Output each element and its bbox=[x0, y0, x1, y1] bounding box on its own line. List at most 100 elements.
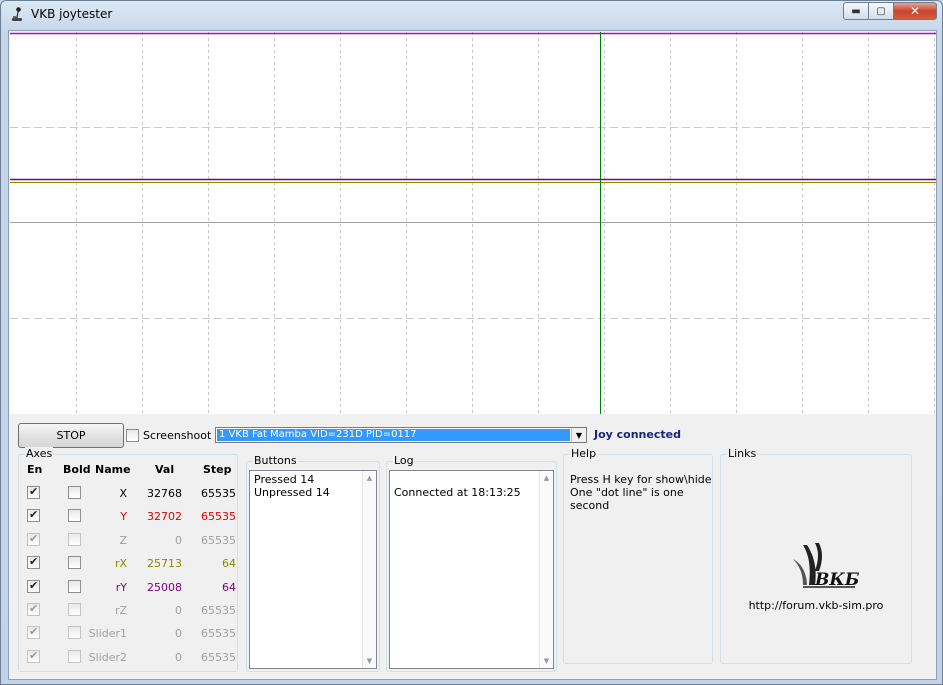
close-button[interactable]: ✕ bbox=[893, 2, 937, 20]
axis-name: rX bbox=[114, 557, 127, 571]
axis-value: 32768 bbox=[147, 487, 182, 500]
connection-status: Joy connected bbox=[594, 428, 681, 441]
log-list[interactable]: Connected at 18:13:25 ▲ ▼ bbox=[389, 470, 554, 669]
axis-value: 0 bbox=[175, 627, 182, 641]
axis-enable-checkbox[interactable] bbox=[27, 625, 40, 640]
header-val: Val bbox=[155, 463, 175, 476]
axis-step: 65535 bbox=[201, 533, 236, 547]
axis-row-ry: rY 25008 64 bbox=[19, 578, 239, 598]
axes-legend: Axes bbox=[25, 447, 54, 460]
help-legend: Help bbox=[570, 447, 598, 460]
header-step: Step bbox=[203, 463, 232, 476]
buttons-scrollbar[interactable]: ▲ ▼ bbox=[362, 471, 376, 668]
help-group: Help Press H key for show\hide One "dot … bbox=[563, 447, 713, 664]
axis-name: Slider1 bbox=[88, 627, 127, 641]
axis-enable-checkbox[interactable] bbox=[27, 532, 40, 546]
screenshot-checkbox[interactable] bbox=[126, 429, 139, 442]
axis-row-rz: rZ 0 65535 bbox=[19, 601, 239, 621]
axis-step: 65535 bbox=[201, 510, 236, 524]
log-legend: Log bbox=[393, 454, 415, 467]
joystick-icon bbox=[12, 7, 22, 21]
stop-button[interactable]: STOP bbox=[18, 423, 124, 448]
axis-row-y: Y 32702 65535 bbox=[19, 507, 239, 527]
axis-step: 65535 bbox=[201, 487, 236, 500]
chevron-down-icon[interactable]: ▼ bbox=[571, 428, 586, 442]
maximize-icon: ▢ bbox=[876, 5, 886, 17]
help-line: One "dot line" is one second bbox=[570, 486, 684, 512]
axis-value: 0 bbox=[175, 650, 182, 664]
axis-bold-checkbox[interactable] bbox=[68, 486, 81, 499]
axis-value: 0 bbox=[175, 533, 182, 547]
list-item bbox=[394, 473, 521, 486]
buttons-list[interactable]: Pressed 14 Unpressed 14 ▲ ▼ bbox=[249, 470, 377, 669]
axis-step: 64 bbox=[222, 580, 236, 594]
axis-value: 25008 bbox=[147, 580, 182, 594]
axis-name: Y bbox=[120, 510, 127, 524]
control-panel: STOP Screenshoot 1 VKB Fat Mamba VID=231… bbox=[9, 415, 938, 681]
axis-bold-checkbox[interactable] bbox=[68, 509, 81, 523]
axis-bold-checkbox[interactable] bbox=[68, 649, 81, 663]
axis-row-slider2: Slider2 0 65535 bbox=[19, 648, 239, 668]
scroll-up-icon[interactable]: ▲ bbox=[363, 471, 376, 485]
window-title: VKB joytester bbox=[31, 7, 113, 21]
axis-step: 65535 bbox=[201, 604, 236, 617]
axis-value: 0 bbox=[175, 604, 182, 617]
device-select[interactable]: 1 VKB Fat Mamba VID=231D PID=0117 ▼ bbox=[215, 427, 587, 443]
maximize-button[interactable]: ▢ bbox=[868, 2, 894, 20]
axis-row-slider1: Slider1 0 65535 bbox=[19, 624, 239, 644]
help-line: Press H key for show\hide bbox=[570, 473, 712, 486]
axes-group: Axes En Bold Name Val Step X 32768 65535 Y 3… bbox=[18, 447, 239, 672]
header-bold: Bold bbox=[63, 463, 91, 476]
axis-enable-checkbox[interactable] bbox=[27, 508, 40, 523]
links-group: Links ВКБ http://forum.vkb-sim.pro bbox=[720, 447, 912, 664]
axis-row-rx: rX 25713 64 bbox=[19, 554, 239, 574]
list-item: Pressed 14 bbox=[254, 473, 315, 486]
scroll-down-icon[interactable]: ▼ bbox=[540, 654, 553, 668]
scroll-up-icon[interactable]: ▲ bbox=[540, 471, 553, 485]
buttons-legend: Buttons bbox=[253, 454, 298, 467]
forum-link[interactable]: http://forum.vkb-sim.pro bbox=[721, 599, 911, 612]
axis-enable-checkbox[interactable] bbox=[27, 555, 40, 570]
axis-name: rY bbox=[115, 580, 127, 594]
axis-bold-checkbox[interactable] bbox=[68, 556, 81, 570]
client-area: STOP Screenshoot 1 VKB Fat Mamba VID=231… bbox=[8, 30, 937, 680]
screenshot-option[interactable]: Screenshoot bbox=[126, 429, 211, 442]
list-item: Connected at 18:13:25 bbox=[394, 486, 521, 499]
axis-enable-checkbox[interactable] bbox=[27, 602, 40, 616]
axis-enable-checkbox[interactable] bbox=[27, 649, 40, 663]
header-name: Name bbox=[95, 463, 131, 476]
axis-bold-checkbox[interactable] bbox=[68, 532, 81, 546]
log-group: Log Connected at 18:13:25 ▲ ▼ bbox=[386, 454, 557, 672]
axis-step: 65535 bbox=[201, 650, 236, 664]
axis-value: 32702 bbox=[147, 510, 182, 524]
app-window: VKB joytester ▬ ▢ ✕ STOP Screenshoot 1 V… bbox=[0, 0, 943, 685]
axis-graph bbox=[10, 32, 936, 414]
scroll-down-icon[interactable]: ▼ bbox=[363, 654, 376, 668]
axis-name: Z bbox=[119, 533, 127, 547]
axis-row-z: Z 0 65535 bbox=[19, 531, 239, 551]
buttons-group: Buttons Pressed 14 Unpressed 14 ▲ ▼ bbox=[246, 454, 380, 672]
close-icon: ✕ bbox=[909, 4, 921, 18]
axis-bold-checkbox[interactable] bbox=[68, 579, 81, 593]
axis-step: 64 bbox=[222, 557, 236, 571]
axis-step: 65535 bbox=[201, 627, 236, 641]
title-bar[interactable]: VKB joytester ▬ ▢ ✕ bbox=[1, 1, 942, 27]
links-legend: Links bbox=[727, 447, 758, 460]
caption-buttons: ▬ ▢ ✕ bbox=[843, 2, 937, 20]
axis-row-x: X 32768 65535 bbox=[19, 484, 239, 504]
device-select-value: 1 VKB Fat Mamba VID=231D PID=0117 bbox=[217, 429, 570, 441]
axis-enable-checkbox[interactable] bbox=[27, 485, 40, 499]
minimize-icon: ▬ bbox=[851, 5, 861, 17]
axis-bold-checkbox[interactable] bbox=[68, 626, 81, 640]
header-en: En bbox=[27, 463, 43, 476]
minimize-button[interactable]: ▬ bbox=[843, 2, 869, 20]
axis-bold-checkbox[interactable] bbox=[68, 603, 81, 616]
axis-value: 25713 bbox=[147, 557, 182, 571]
axis-enable-checkbox[interactable] bbox=[27, 579, 40, 593]
axis-name: Slider2 bbox=[88, 650, 127, 664]
axis-name: rZ bbox=[114, 604, 127, 617]
screenshot-label: Screenshoot bbox=[143, 429, 212, 442]
axis-name: X bbox=[119, 487, 127, 500]
vkb-logo: ВКБ bbox=[793, 543, 860, 590]
log-scrollbar[interactable]: ▲ ▼ bbox=[539, 471, 553, 668]
